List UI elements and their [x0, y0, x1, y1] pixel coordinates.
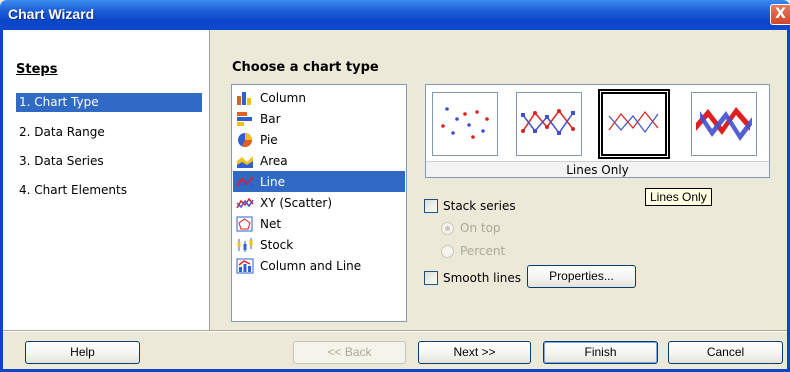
properties-button[interactable]: Properties...: [527, 265, 636, 288]
chart-type-label: Stock: [260, 237, 294, 252]
variant-3d-lines[interactable]: [691, 92, 757, 156]
chart-type-xy-scatter[interactable]: XY (Scatter): [233, 192, 405, 213]
step-data-series[interactable]: 3. Data Series: [16, 152, 202, 171]
variant-lines-only[interactable]: [598, 89, 670, 159]
step-chart-type[interactable]: 1. Chart Type: [16, 93, 202, 112]
points-and-lines-icon: [521, 109, 575, 135]
title-bar: Chart Wizard X: [0, 0, 790, 30]
variant-caption: Lines Only: [426, 161, 769, 177]
chart-type-list: Column Bar Pie Area Line XY (Scatter) Ne…: [231, 84, 407, 322]
net-chart-icon: [236, 216, 253, 231]
cancel-button[interactable]: Cancel: [668, 341, 783, 364]
window-title: Chart Wizard: [8, 6, 95, 22]
chart-type-label: Net: [260, 216, 282, 231]
chart-type-label: Area: [260, 153, 288, 168]
smooth-lines-label: Smooth lines: [443, 271, 522, 285]
on-top-radio[interactable]: [441, 222, 454, 235]
help-button[interactable]: Help: [25, 341, 140, 364]
column-line-chart-icon: [236, 258, 254, 273]
points-only-icon: [441, 107, 489, 139]
chart-variant-preview: Lines Only: [425, 84, 770, 178]
lines-only-icon: [608, 111, 659, 134]
close-button[interactable]: X: [770, 4, 790, 25]
chart-type-column[interactable]: Column: [233, 87, 405, 108]
3d-lines-icon: [696, 107, 752, 141]
footer-separator: [3, 330, 787, 332]
chart-type-line[interactable]: Line: [233, 171, 405, 192]
steps-heading: Steps: [16, 62, 58, 77]
chart-type-pie[interactable]: Pie: [233, 129, 405, 150]
pie-chart-icon: [238, 132, 252, 147]
variant-points-and-lines[interactable]: [516, 92, 582, 156]
variant-points-only[interactable]: [432, 92, 498, 156]
chart-type-net[interactable]: Net: [233, 213, 405, 234]
step-data-range[interactable]: 2. Data Range: [16, 123, 202, 142]
stack-series-label: Stack series: [443, 199, 516, 213]
scatter-chart-icon: [236, 197, 254, 208]
chart-type-label: Pie: [260, 132, 278, 147]
chart-type-label: Column: [260, 90, 306, 105]
chart-type-area[interactable]: Area: [233, 150, 405, 171]
chart-type-bar[interactable]: Bar: [233, 108, 405, 129]
back-button[interactable]: << Back: [293, 341, 406, 364]
stack-series-checkbox[interactable]: [424, 199, 438, 213]
next-button[interactable]: Next >>: [418, 341, 531, 364]
percent-radio[interactable]: [441, 245, 454, 258]
variant-tooltip: Lines Only: [645, 188, 712, 206]
chart-type-label: Column and Line: [260, 258, 362, 273]
on-top-label: On top: [460, 221, 501, 235]
chart-type-heading: Choose a chart type: [232, 60, 379, 75]
line-chart-icon: [236, 175, 254, 188]
radio-selected-dot: [445, 226, 450, 231]
chart-type-label: XY (Scatter): [260, 195, 333, 210]
bar-chart-icon: [237, 111, 252, 126]
chart-type-column-and-line[interactable]: Column and Line: [233, 255, 405, 276]
smooth-lines-checkbox[interactable]: [424, 271, 438, 285]
stock-chart-icon: [237, 237, 253, 252]
chart-type-label: Line: [260, 174, 286, 189]
area-chart-icon: [237, 155, 253, 168]
step-chart-elements[interactable]: 4. Chart Elements: [16, 181, 202, 200]
chart-type-label: Bar: [260, 111, 281, 126]
percent-label: Percent: [460, 244, 506, 258]
column-chart-icon: [237, 91, 251, 105]
chart-type-stock[interactable]: Stock: [233, 234, 405, 255]
finish-button[interactable]: Finish: [543, 341, 658, 364]
